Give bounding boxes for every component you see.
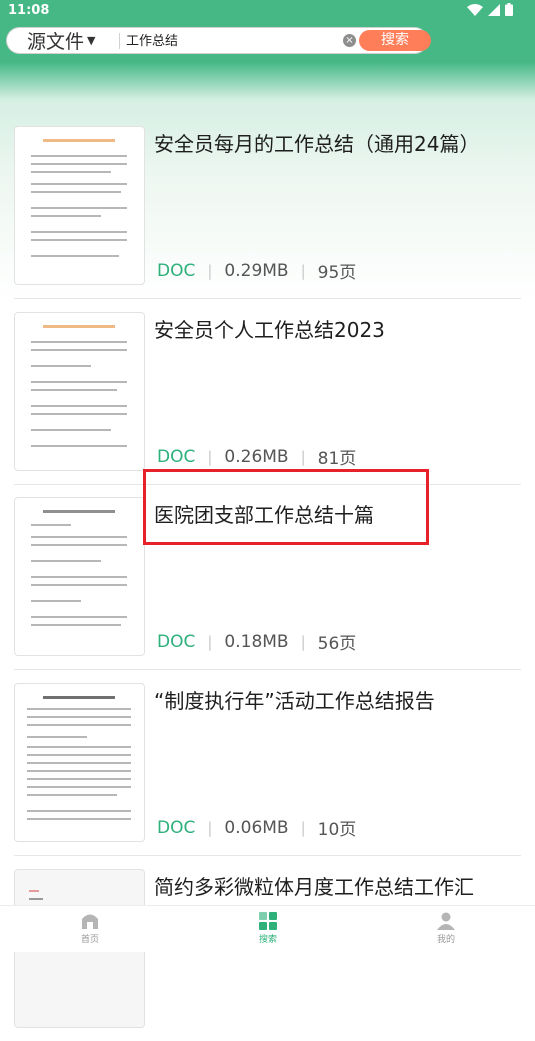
page-count: 95页 [317, 263, 357, 283]
tab-profile-label: 我的 [436, 935, 455, 945]
result-item[interactable]: “制度执行年”活动工作总结报告 DOC | 0.06MB | 10页 [14, 669, 521, 856]
result-title[interactable]: 简约多彩微粒体月度工作总结工作汇 [154, 869, 514, 905]
highlight-box [143, 469, 429, 545]
file-size: 0.18MB [224, 631, 289, 652]
tab-search-label: 搜索 [258, 935, 277, 945]
document-thumbnail [14, 497, 145, 656]
result-item[interactable]: 安全员每月的工作总结（通用24篇） DOC | 0.29MB | 95页 [14, 112, 521, 299]
page-count: 10页 [317, 820, 357, 840]
result-title[interactable]: 安全员个人工作总结2023 [154, 312, 514, 348]
file-type-badge: DOC [157, 446, 196, 467]
result-meta: DOC | 0.06MB | 10页 [157, 815, 357, 841]
result-title[interactable]: 安全员每月的工作总结（通用24篇） [154, 126, 514, 162]
result-meta: DOC | 0.26MB | 81页 [157, 444, 357, 470]
wifi-icon [467, 3, 483, 16]
status-time: 11:08 [8, 3, 50, 18]
bottom-nav: 首页 搜索 我的 [0, 905, 535, 952]
source-file-dropdown[interactable]: 源文件 ▼ [27, 28, 95, 53]
file-type-badge: DOC [157, 260, 196, 281]
search-input[interactable] [126, 32, 336, 47]
signal-icon [488, 3, 500, 16]
page-count: 56页 [317, 634, 357, 654]
search-button[interactable]: 搜索 [359, 30, 431, 51]
chevron-down-icon: ▼ [87, 34, 96, 47]
tab-home[interactable]: 首页 [60, 912, 120, 945]
file-type-badge: DOC [157, 631, 196, 652]
source-file-label: 源文件 [27, 31, 85, 53]
clear-icon[interactable]: × [343, 34, 356, 47]
tab-profile[interactable]: 我的 [416, 912, 476, 945]
search-bar: 源文件 ▼ × 搜索 [7, 28, 431, 53]
file-size: 0.06MB [224, 817, 289, 838]
document-thumbnail [14, 683, 145, 842]
status-icons [467, 3, 513, 16]
file-type-badge: DOC [157, 817, 196, 838]
user-icon [437, 912, 455, 930]
tab-home-label: 首页 [80, 935, 99, 945]
grid-icon [259, 912, 277, 930]
document-thumbnail [14, 126, 145, 285]
file-size: 0.26MB [224, 446, 289, 467]
file-size: 0.29MB [224, 260, 289, 281]
status-bar: 11:08 [0, 0, 535, 24]
result-meta: DOC | 0.18MB | 56页 [157, 629, 357, 655]
result-meta: DOC | 0.29MB | 95页 [157, 258, 357, 284]
home-icon [82, 914, 98, 929]
search-divider [119, 33, 120, 49]
result-item[interactable]: 安全员个人工作总结2023 DOC | 0.26MB | 81页 [14, 298, 521, 485]
tab-search[interactable]: 搜索 [238, 912, 298, 945]
page-count: 81页 [317, 449, 357, 469]
battery-icon [505, 3, 513, 16]
result-title[interactable]: “制度执行年”活动工作总结报告 [154, 683, 514, 719]
document-thumbnail [14, 312, 145, 471]
